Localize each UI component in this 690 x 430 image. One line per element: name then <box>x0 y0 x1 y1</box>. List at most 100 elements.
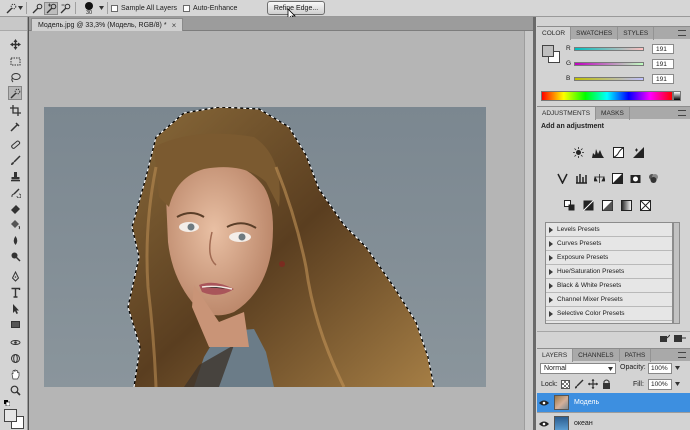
eyedropper-tool-icon[interactable] <box>8 119 22 133</box>
green-value[interactable]: 191 <box>652 58 674 69</box>
disclosure-triangle-icon[interactable] <box>549 254 553 261</box>
lock-position-icon[interactable] <box>588 379 598 389</box>
disclosure-triangle-icon[interactable] <box>549 240 553 247</box>
vertical-scrollbar[interactable] <box>524 31 533 430</box>
checkbox-box[interactable] <box>183 4 191 12</box>
disclosure-triangle-icon[interactable] <box>549 226 553 233</box>
path-selection-tool-icon[interactable] <box>8 301 22 315</box>
lock-image-icon[interactable] <box>574 379 584 389</box>
tab-color[interactable]: COLOR <box>537 27 572 40</box>
layer-row-model[interactable]: Модель <box>537 393 690 413</box>
gradient-map-icon[interactable] <box>619 199 633 212</box>
blue-track[interactable] <box>574 76 644 81</box>
layer-row-ocean[interactable]: океан <box>537 414 690 430</box>
default-colors-icon[interactable] <box>4 400 11 407</box>
brightness-contrast-icon[interactable] <box>571 146 585 159</box>
disclosure-triangle-icon[interactable] <box>549 310 553 317</box>
eye-icon[interactable] <box>537 396 551 410</box>
tab-channels[interactable]: CHANNELS <box>573 349 620 362</box>
brush-tool-icon[interactable] <box>8 153 22 167</box>
healing-brush-tool-icon[interactable] <box>8 137 22 151</box>
posterize-icon[interactable] <box>581 199 595 212</box>
auto-enhance-checkbox[interactable]: Auto-Enhance <box>183 4 237 12</box>
threshold-icon[interactable] <box>600 199 614 212</box>
preset-exposure[interactable]: Exposure Presets <box>546 251 672 265</box>
chevron-down-icon[interactable] <box>99 6 104 10</box>
preset-black-white[interactable]: Black & White Presets <box>546 279 672 293</box>
opacity-field[interactable]: 100% <box>648 363 672 374</box>
panel-menu-icon[interactable] <box>678 352 686 358</box>
red-track[interactable] <box>574 46 644 51</box>
panel-menu-icon[interactable] <box>678 110 686 116</box>
tab-masks[interactable]: MASKS <box>596 107 630 120</box>
preset-selective-color[interactable]: Selective Color Presets <box>546 307 672 321</box>
disclosure-triangle-icon[interactable] <box>549 268 553 275</box>
dodge-tool-icon[interactable] <box>8 249 22 263</box>
sample-all-layers-checkbox[interactable]: Sample All Layers <box>111 4 177 12</box>
close-tab-icon[interactable]: × <box>172 21 177 30</box>
blue-slider[interactable]: B 191 <box>566 73 686 84</box>
zoom-tool-icon[interactable] <box>8 383 22 397</box>
3d-orbit-tool-icon[interactable] <box>8 351 22 365</box>
disclosure-triangle-icon[interactable] <box>549 296 553 303</box>
image-canvas[interactable] <box>44 107 486 387</box>
move-tool-icon[interactable] <box>8 37 22 51</box>
color-spectrum-bar[interactable] <box>541 91 673 101</box>
presets-scrollbar[interactable] <box>673 222 680 324</box>
selective-color-icon[interactable] <box>638 199 652 212</box>
invert-icon[interactable] <box>562 199 576 212</box>
marquee-tool-icon[interactable] <box>8 54 22 68</box>
grayscale-ramp[interactable] <box>673 91 681 101</box>
new-selection-icon[interactable] <box>30 2 44 15</box>
tab-layers[interactable]: LAYERS <box>537 349 574 362</box>
disclosure-triangle-icon[interactable] <box>549 282 553 289</box>
clip-to-layer-icon[interactable] <box>660 334 671 343</box>
add-to-selection-icon[interactable] <box>44 1 58 15</box>
green-slider[interactable]: G 191 <box>566 58 686 69</box>
color-fg-swatch[interactable] <box>542 45 554 57</box>
color-balance-icon[interactable] <box>592 172 606 185</box>
subtract-from-selection-icon[interactable] <box>58 2 72 15</box>
tab-swatches[interactable]: SWATCHES <box>571 27 619 40</box>
red-slider[interactable]: R 191 <box>566 43 686 54</box>
dock-divider[interactable] <box>533 17 536 430</box>
3d-rotate-tool-icon[interactable] <box>8 335 22 349</box>
refine-edge-button[interactable]: Refine Edge... <box>267 1 325 15</box>
checkbox-box[interactable] <box>111 4 118 12</box>
black-white-icon[interactable] <box>610 172 624 185</box>
lock-all-icon[interactable] <box>602 379 611 389</box>
tool-preset-picker[interactable] <box>4 2 23 15</box>
blue-value[interactable]: 191 <box>652 73 674 84</box>
hue-saturation-icon[interactable] <box>574 172 588 185</box>
eraser-tool-icon[interactable] <box>8 201 22 215</box>
fill-field[interactable]: 100% <box>648 379 672 390</box>
blur-tool-icon[interactable] <box>8 233 22 247</box>
preset-hue-saturation[interactable]: Hue/Saturation Presets <box>546 265 672 279</box>
gradient-tool-icon[interactable] <box>8 217 22 231</box>
rectangle-tool-icon[interactable] <box>8 317 22 331</box>
brush-picker[interactable]: 30 <box>79 1 99 16</box>
new-adjustment-layer-icon[interactable] <box>674 334 686 343</box>
exposure-icon[interactable] <box>631 146 645 159</box>
eye-icon[interactable] <box>537 417 551 430</box>
red-value[interactable]: 191 <box>652 43 674 54</box>
crop-tool-icon[interactable] <box>8 103 22 117</box>
document-tab[interactable]: Модель.jpg @ 33,3% (Модель, RGB/8) * × <box>31 18 184 31</box>
chevron-down-icon[interactable] <box>675 366 680 370</box>
foreground-color-swatch[interactable] <box>4 409 17 422</box>
pen-tool-icon[interactable] <box>8 269 22 283</box>
chevron-down-icon[interactable] <box>675 382 680 386</box>
tools-panel-grip[interactable] <box>0 17 27 31</box>
blend-mode-select[interactable]: Normal <box>540 363 616 374</box>
tab-paths[interactable]: PATHS <box>620 349 652 362</box>
preset-channel-mixer[interactable]: Channel Mixer Presets <box>546 293 672 307</box>
preset-curves[interactable]: Curves Presets <box>546 237 672 251</box>
channel-mixer-icon[interactable] <box>646 172 660 185</box>
vibrance-icon[interactable] <box>555 172 569 185</box>
lasso-tool-icon[interactable] <box>8 70 22 84</box>
type-tool-icon[interactable] <box>8 285 22 299</box>
hand-tool-icon[interactable] <box>8 367 22 381</box>
photo-filter-icon[interactable] <box>628 172 642 185</box>
preset-levels[interactable]: Levels Presets <box>546 223 672 237</box>
quick-selection-tool-icon[interactable] <box>8 86 22 100</box>
